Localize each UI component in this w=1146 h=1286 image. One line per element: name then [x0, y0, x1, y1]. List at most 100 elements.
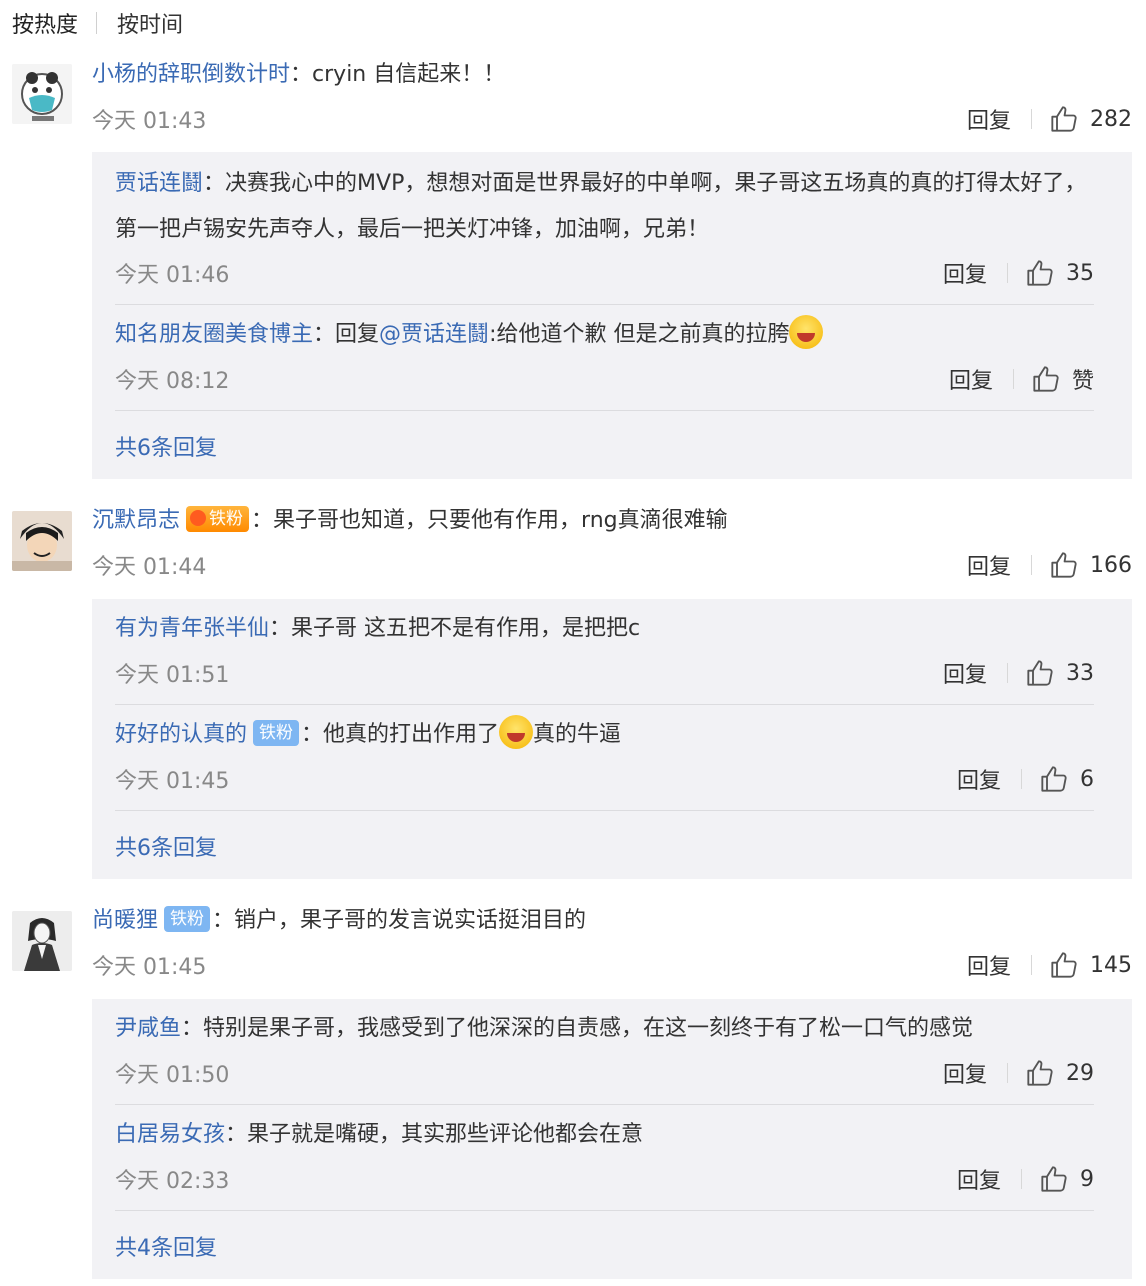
reply-thread: 贾话连鬪：决赛我心中的MVP，想想对面是世界最好的中单啊，果子哥这五场真的真的打… — [92, 152, 1132, 479]
reply-button[interactable]: 回复 — [967, 549, 1011, 581]
username[interactable]: 贾话连鬪 — [115, 171, 203, 196]
view-more-replies-link[interactable]: 共4条回复 — [115, 1230, 217, 1262]
action-divider — [1031, 955, 1032, 975]
reply-actions: 回复 6 — [957, 763, 1094, 795]
like-button[interactable]: 9 — [1040, 1165, 1094, 1193]
reply-meta: 今天 02:33 回复 9 — [115, 1163, 1094, 1195]
like-button[interactable]: 29 — [1026, 1059, 1094, 1087]
like-button[interactable]: 33 — [1026, 659, 1094, 687]
avatar[interactable] — [12, 911, 72, 971]
mention-link[interactable]: @贾话连鬪 — [379, 322, 489, 347]
like-count: 9 — [1080, 1166, 1094, 1192]
like-count: 145 — [1090, 952, 1132, 978]
username[interactable]: 尹咸鱼 — [115, 1016, 181, 1041]
fan-badge: 铁粉 — [253, 720, 300, 746]
reply-button[interactable]: 回复 — [967, 103, 1011, 135]
timestamp: 今天 01:51 — [115, 663, 230, 688]
thumbs-up-icon — [1041, 766, 1067, 792]
comment-text: 销户，果子哥的发言说实话挺泪目的 — [234, 908, 587, 933]
like-button[interactable]: 赞 — [1032, 363, 1094, 395]
reply-button[interactable]: 回复 — [949, 363, 993, 395]
username[interactable]: 尚暖狸 — [92, 908, 158, 933]
comment-text: 果子哥也知道，只要他有作用，rng真滴很难输 — [273, 508, 728, 533]
reply-button[interactable]: 回复 — [943, 657, 987, 689]
laugh-tears-emoji-icon — [789, 315, 824, 349]
reply-divider — [115, 1104, 1094, 1105]
reply-item: 知名朋友圈美食博主：回复@贾话连鬪:给他道个歉 但是之前真的拉胯 今天 08:1… — [115, 312, 1094, 394]
reply-item: 有为青年张半仙：果子哥 这五把不是有作用，是把把c 今天 01:51 回复 33 — [115, 606, 1094, 688]
like-count: 赞 — [1071, 369, 1094, 394]
like-count: 282 — [1090, 106, 1132, 132]
sort-tabs: 按热度 按时间 — [12, 8, 183, 38]
reply-divider — [115, 810, 1094, 811]
reply-body: 他真的打出作用了 — [323, 722, 500, 747]
tab-sort-by-hot[interactable]: 按热度 — [12, 7, 78, 39]
like-count: 35 — [1066, 260, 1094, 286]
action-divider — [1012, 369, 1014, 389]
tab-sort-by-time[interactable]: 按时间 — [117, 7, 183, 39]
comment-meta: 今天 01:45 回复 145 — [92, 949, 1132, 981]
reply-button[interactable]: 回复 — [943, 1057, 987, 1089]
tab-divider — [96, 12, 98, 34]
reply-text: 尹咸鱼：特别是果子哥，我感受到了他深深的自责感，在这一刻终于有了松一口气的感觉 — [115, 1016, 974, 1041]
reply-button[interactable]: 回复 — [943, 257, 987, 289]
timestamp: 今天 01:44 — [92, 555, 207, 580]
fan-badge: 铁粉 — [164, 906, 211, 932]
thumbs-up-icon — [1033, 366, 1059, 392]
reply-meta: 今天 08:12 回复 赞 — [115, 363, 1094, 395]
reply-button[interactable]: 回复 — [957, 1163, 1001, 1195]
thumbs-up-icon — [1051, 552, 1077, 578]
username[interactable]: 知名朋友圈美食博主 — [115, 322, 313, 347]
reply-body: 果子就是嘴硬，其实那些评论他都会在意 — [247, 1122, 644, 1147]
username[interactable]: 有为青年张半仙 — [115, 616, 269, 641]
like-button[interactable]: 35 — [1026, 259, 1094, 287]
fan-badge: 铁粉 — [186, 506, 250, 532]
like-count: 166 — [1090, 552, 1132, 578]
view-more-replies-link[interactable]: 共6条回复 — [115, 830, 217, 862]
reply-text: 贾话连鬪：决赛我心中的MVP，想想对面是世界最好的中单啊，果子哥这五场真的真的打… — [115, 171, 1087, 242]
username[interactable]: 好好的认真的 — [115, 722, 247, 747]
reply-thread: 尹咸鱼：特别是果子哥，我感受到了他深深的自责感，在这一刻终于有了松一口气的感觉 … — [92, 999, 1132, 1279]
view-more-replies-link[interactable]: 共6条回复 — [115, 430, 217, 462]
action-divider — [1021, 769, 1022, 789]
shout-emoji-icon — [499, 715, 534, 749]
action-divider — [1031, 109, 1032, 129]
thumbs-up-icon — [1051, 952, 1077, 978]
reply-item: 白居易女孩：果子就是嘴硬，其实那些评论他都会在意 今天 02:33 回复 9 — [115, 1112, 1094, 1194]
comment-text-line: 尚暖狸 铁粉 ：销户，果子哥的发言说实话挺泪目的 — [92, 906, 587, 933]
like-count: 33 — [1066, 660, 1094, 686]
like-count: 6 — [1080, 766, 1094, 792]
reply-meta: 今天 01:45 回复 6 — [115, 763, 1094, 795]
reply-meta: 今天 01:50 回复 29 — [115, 1057, 1094, 1089]
timestamp: 今天 01:45 — [92, 955, 207, 980]
comment-actions: 回复 145 — [967, 949, 1132, 981]
like-button[interactable]: 282 — [1050, 105, 1132, 133]
reply-button[interactable]: 回复 — [967, 949, 1011, 981]
username[interactable]: 小杨的辞职倒数计时 — [92, 62, 290, 87]
like-button[interactable]: 145 — [1050, 951, 1132, 979]
like-button[interactable]: 166 — [1050, 551, 1132, 579]
reply-actions: 回复 33 — [943, 657, 1094, 689]
thumbs-up-icon — [1041, 1166, 1067, 1192]
username[interactable]: 沉默昂志 — [92, 508, 180, 533]
timestamp: 今天 02:33 — [115, 1169, 230, 1194]
reply-button[interactable]: 回复 — [957, 763, 1001, 795]
timestamp: 今天 08:12 — [115, 369, 230, 394]
like-button[interactable]: 6 — [1040, 765, 1094, 793]
reply-actions: 回复 29 — [943, 1057, 1094, 1089]
reply-actions: 回复 赞 — [949, 363, 1094, 395]
reply-body: 决赛我心中的MVP，想想对面是世界最好的中单啊，果子哥这五场真的真的打得太好了，… — [115, 171, 1087, 242]
reply-body: 特别是果子哥，我感受到了他深深的自责感，在这一刻终于有了松一口气的感觉 — [203, 1016, 974, 1041]
avatar-sketch-figure-icon — [12, 911, 72, 971]
reply-body-end: 真的牛逼 — [533, 722, 622, 747]
avatar[interactable] — [12, 511, 72, 571]
reply-text: 好好的认真的 铁粉 ：他真的打出作用了 真的牛逼 — [115, 712, 1094, 758]
crown-icon — [190, 510, 207, 526]
reply-text: 白居易女孩：果子就是嘴硬，其实那些评论他都会在意 — [115, 1122, 644, 1147]
comment-meta: 今天 01:44 回复 166 — [92, 549, 1132, 581]
reply-item: 尹咸鱼：特别是果子哥，我感受到了他深深的自责感，在这一刻终于有了松一口气的感觉 … — [115, 1006, 1094, 1088]
avatar[interactable] — [12, 64, 72, 124]
thumbs-up-icon — [1027, 1060, 1053, 1086]
username[interactable]: 白居易女孩 — [115, 1122, 225, 1147]
reply-meta: 今天 01:51 回复 33 — [115, 657, 1094, 689]
